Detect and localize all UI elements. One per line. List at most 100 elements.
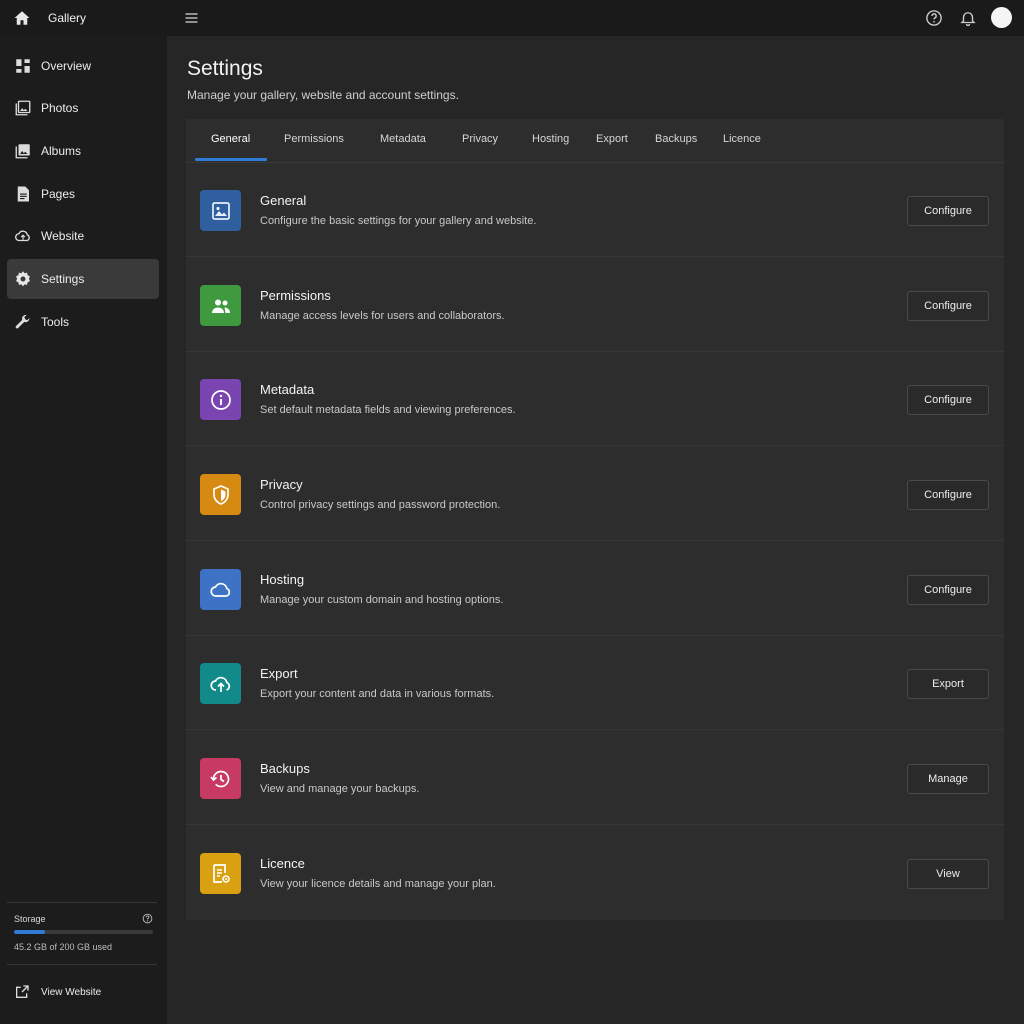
tab-permissions[interactable]: Permissions	[284, 133, 344, 145]
settings-row-backups: Backups View and manage your backups. Ma…	[186, 731, 1004, 825]
settings-tabs: General Permissions Metadata Privacy Hos…	[186, 119, 1004, 163]
photos-icon	[15, 100, 31, 116]
row-description: Control privacy settings and password pr…	[260, 499, 501, 511]
sidebar-item-website[interactable]: Website	[7, 216, 159, 256]
tab-backups[interactable]: Backups	[655, 133, 697, 145]
settings-row-hosting: Hosting Manage your custom domain and ho…	[186, 542, 1004, 636]
tab-metadata[interactable]: Metadata	[380, 133, 426, 145]
top-bar: Gallery	[0, 0, 1024, 36]
tab-licence[interactable]: Licence	[723, 133, 761, 145]
users-icon	[211, 299, 230, 313]
image-icon	[211, 201, 230, 220]
settings-panel: General Permissions Metadata Privacy Hos…	[186, 119, 1004, 920]
storage-usage-text: 45.2 GB of 200 GB used	[14, 942, 113, 952]
view-website-link[interactable]: View Website	[7, 978, 157, 1006]
bell-icon[interactable]	[959, 9, 977, 27]
avatar[interactable]	[991, 7, 1012, 28]
page-subtitle: Manage your gallery, website and account…	[187, 88, 459, 102]
row-icon-tile	[200, 853, 241, 894]
row-description: Export your content and data in various …	[260, 688, 495, 700]
row-icon-tile	[200, 758, 241, 799]
configure-hosting-button[interactable]: Configure	[907, 575, 989, 605]
info-icon	[210, 389, 231, 410]
row-description: Configure the basic settings for your ga…	[260, 215, 537, 227]
configure-general-button[interactable]: Configure	[907, 196, 989, 226]
divider	[7, 902, 157, 903]
settings-row-export: Export Export your content and data in v…	[186, 636, 1004, 730]
row-title: General	[260, 193, 307, 208]
row-description: View your licence details and manage you…	[260, 878, 496, 890]
row-title: Permissions	[260, 288, 331, 303]
shield-icon	[212, 484, 229, 505]
sidebar-item-overview[interactable]: Overview	[7, 46, 159, 86]
row-icon-tile	[200, 190, 241, 231]
pages-icon	[17, 186, 29, 202]
row-icon-tile	[200, 285, 241, 326]
wrench-icon	[15, 314, 30, 329]
row-icon-tile	[200, 569, 241, 610]
dashboard-icon	[16, 59, 30, 73]
cloud-icon	[209, 582, 230, 597]
settings-row-metadata: Metadata Set default metadata fields and…	[186, 352, 1004, 446]
app-title: Gallery	[48, 11, 87, 25]
sidebar-item-pages[interactable]: Pages	[7, 174, 159, 214]
home-icon[interactable]	[13, 9, 31, 27]
row-icon-tile	[200, 379, 241, 420]
tab-general[interactable]: General	[211, 133, 250, 145]
help-icon[interactable]	[925, 9, 943, 27]
sidebar-item-albums[interactable]: Albums	[7, 131, 159, 171]
sidebar-item-label: Pages	[41, 187, 76, 201]
sidebar: Overview Photos Albums Pages Website Set…	[0, 36, 167, 1024]
settings-row-licence: Licence View your licence details and ma…	[186, 826, 1004, 920]
cloud-upload-icon	[209, 676, 230, 692]
view-licence-button[interactable]: View	[907, 859, 989, 889]
storage-label: Storage	[14, 914, 46, 924]
history-icon	[209, 770, 229, 787]
sidebar-item-label: Tools	[41, 315, 70, 329]
storage-progress-fill	[14, 930, 46, 934]
sidebar-item-label: Settings	[41, 272, 85, 286]
configure-privacy-button[interactable]: Configure	[907, 480, 989, 510]
help-icon[interactable]	[142, 913, 153, 924]
menu-icon[interactable]	[183, 10, 200, 26]
tab-hosting[interactable]: Hosting	[532, 133, 569, 145]
sidebar-item-photos[interactable]: Photos	[7, 88, 159, 128]
row-title: Privacy	[260, 477, 303, 492]
export-button[interactable]: Export	[907, 669, 989, 699]
sidebar-item-label: Website	[41, 229, 85, 243]
configure-permissions-button[interactable]: Configure	[907, 291, 989, 321]
settings-row-permissions: Permissions Manage access levels for use…	[186, 258, 1004, 352]
manage-backups-button[interactable]: Manage	[907, 764, 989, 794]
sidebar-item-label: Photos	[41, 101, 79, 115]
row-title: Backups	[260, 761, 310, 776]
active-tab-indicator	[195, 158, 267, 161]
settings-row-general: General Configure the basic settings for…	[186, 163, 1004, 257]
row-title: Metadata	[260, 382, 315, 397]
row-description: View and manage your backups.	[260, 783, 420, 795]
row-title: Export	[260, 666, 298, 681]
sidebar-item-label: Overview	[41, 59, 92, 73]
tab-privacy[interactable]: Privacy	[462, 133, 498, 145]
page-title: Settings	[187, 57, 263, 80]
sidebar-item-tools[interactable]: Tools	[7, 302, 159, 342]
row-icon-tile	[200, 663, 241, 704]
albums-icon	[15, 144, 30, 159]
view-website-label: View Website	[41, 987, 102, 998]
cloud-icon	[15, 230, 30, 242]
external-link-icon	[16, 985, 29, 998]
row-icon-tile	[200, 474, 241, 515]
row-title: Hosting	[260, 572, 305, 587]
divider	[7, 964, 157, 965]
gear-icon	[16, 271, 30, 287]
settings-row-privacy: Privacy Control privacy settings and pas…	[186, 447, 1004, 541]
sidebar-item-label: Albums	[41, 144, 82, 158]
licence-icon	[212, 863, 230, 883]
row-title: Licence	[260, 856, 305, 871]
row-description: Set default metadata fields and viewing …	[260, 404, 516, 416]
sidebar-item-settings[interactable]: Settings	[7, 259, 159, 299]
row-description: Manage access levels for users and colla…	[260, 310, 505, 322]
configure-metadata-button[interactable]: Configure	[907, 385, 989, 415]
storage-progress-bar	[14, 930, 153, 934]
row-description: Manage your custom domain and hosting op…	[260, 594, 504, 606]
tab-export[interactable]: Export	[596, 133, 628, 145]
